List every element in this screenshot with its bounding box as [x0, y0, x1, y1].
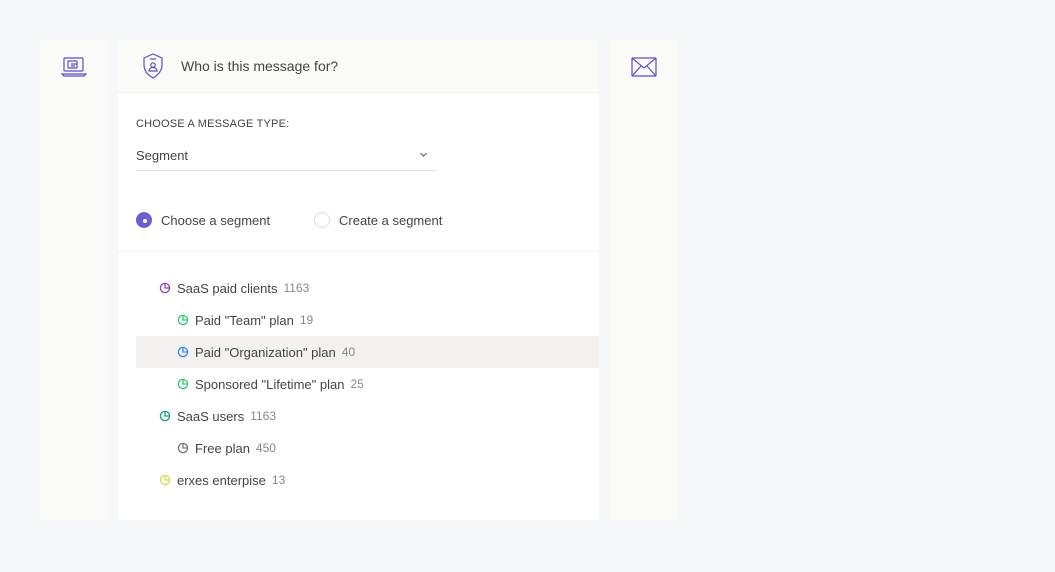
- segment-item[interactable]: SaaS paid clients 1163: [136, 272, 599, 304]
- segment-name: Free plan: [195, 440, 250, 456]
- create-segment-label: Create a segment: [339, 212, 443, 228]
- pie-chart-icon: [177, 346, 189, 358]
- segment-name: erxes enterpise: [177, 472, 266, 488]
- panel-header: Who is this message for?: [118, 40, 599, 93]
- segment-count: 1163: [250, 409, 277, 423]
- segment-name: Sponsored "Lifetime" plan: [195, 376, 345, 392]
- segment-item[interactable]: Paid "Organization" plan 40: [136, 336, 599, 368]
- chevron-down-icon: [420, 152, 427, 157]
- message-type-label: CHOOSE A MESSAGE TYPE:: [136, 118, 290, 130]
- devices-icon: [61, 57, 87, 77]
- section-divider: [118, 251, 599, 252]
- segment-count: 25: [350, 377, 364, 391]
- segment-name: SaaS paid clients: [177, 280, 278, 296]
- pie-chart-icon: [177, 378, 189, 390]
- segment-item[interactable]: SaaS users 1163: [136, 400, 599, 432]
- segment-name: SaaS users: [177, 408, 245, 424]
- segment-list: SaaS paid clients 1163 Paid "Team" plan 19 P…: [136, 272, 599, 496]
- envelope-icon: [630, 57, 657, 77]
- create-segment-radio[interactable]: Create a segment: [314, 212, 442, 228]
- segment-count: 13: [271, 473, 286, 487]
- segment-item[interactable]: Sponsored "Lifetime" plan 25: [136, 368, 599, 400]
- segment-name: Paid "Team" plan: [195, 312, 294, 328]
- radio-button-unchecked[interactable]: [314, 212, 330, 228]
- left-step-panel[interactable]: [40, 40, 108, 520]
- pie-chart-icon: [177, 314, 189, 326]
- pie-chart-icon: [159, 474, 171, 486]
- right-step-panel[interactable]: [609, 40, 678, 520]
- message-type-value: Segment: [136, 148, 189, 163]
- message-audience-panel: Who is this message for? CHOOSE A MESSAG…: [118, 40, 599, 520]
- segment-count: 450: [255, 441, 276, 455]
- pie-chart-icon: [177, 442, 189, 454]
- choose-segment-radio[interactable]: Choose a segment: [136, 212, 270, 228]
- page-title: Who is this message for?: [181, 58, 339, 74]
- choose-segment-label: Choose a segment: [161, 212, 271, 228]
- segment-item[interactable]: Free plan 450: [136, 432, 599, 464]
- segment-name: Paid "Organization" plan: [195, 344, 336, 360]
- segment-count: 19: [299, 313, 314, 327]
- message-type-select[interactable]: Segment: [136, 144, 436, 171]
- segment-count: 1163: [283, 281, 310, 295]
- shield-user-icon: [143, 53, 163, 79]
- radio-button-checked[interactable]: [136, 212, 152, 228]
- segment-item[interactable]: Paid "Team" plan 19: [136, 304, 599, 336]
- pie-chart-icon: [159, 410, 171, 422]
- segment-count: 40: [341, 345, 356, 359]
- pie-chart-icon: [159, 282, 171, 294]
- segment-item[interactable]: erxes enterpise 13: [136, 464, 599, 496]
